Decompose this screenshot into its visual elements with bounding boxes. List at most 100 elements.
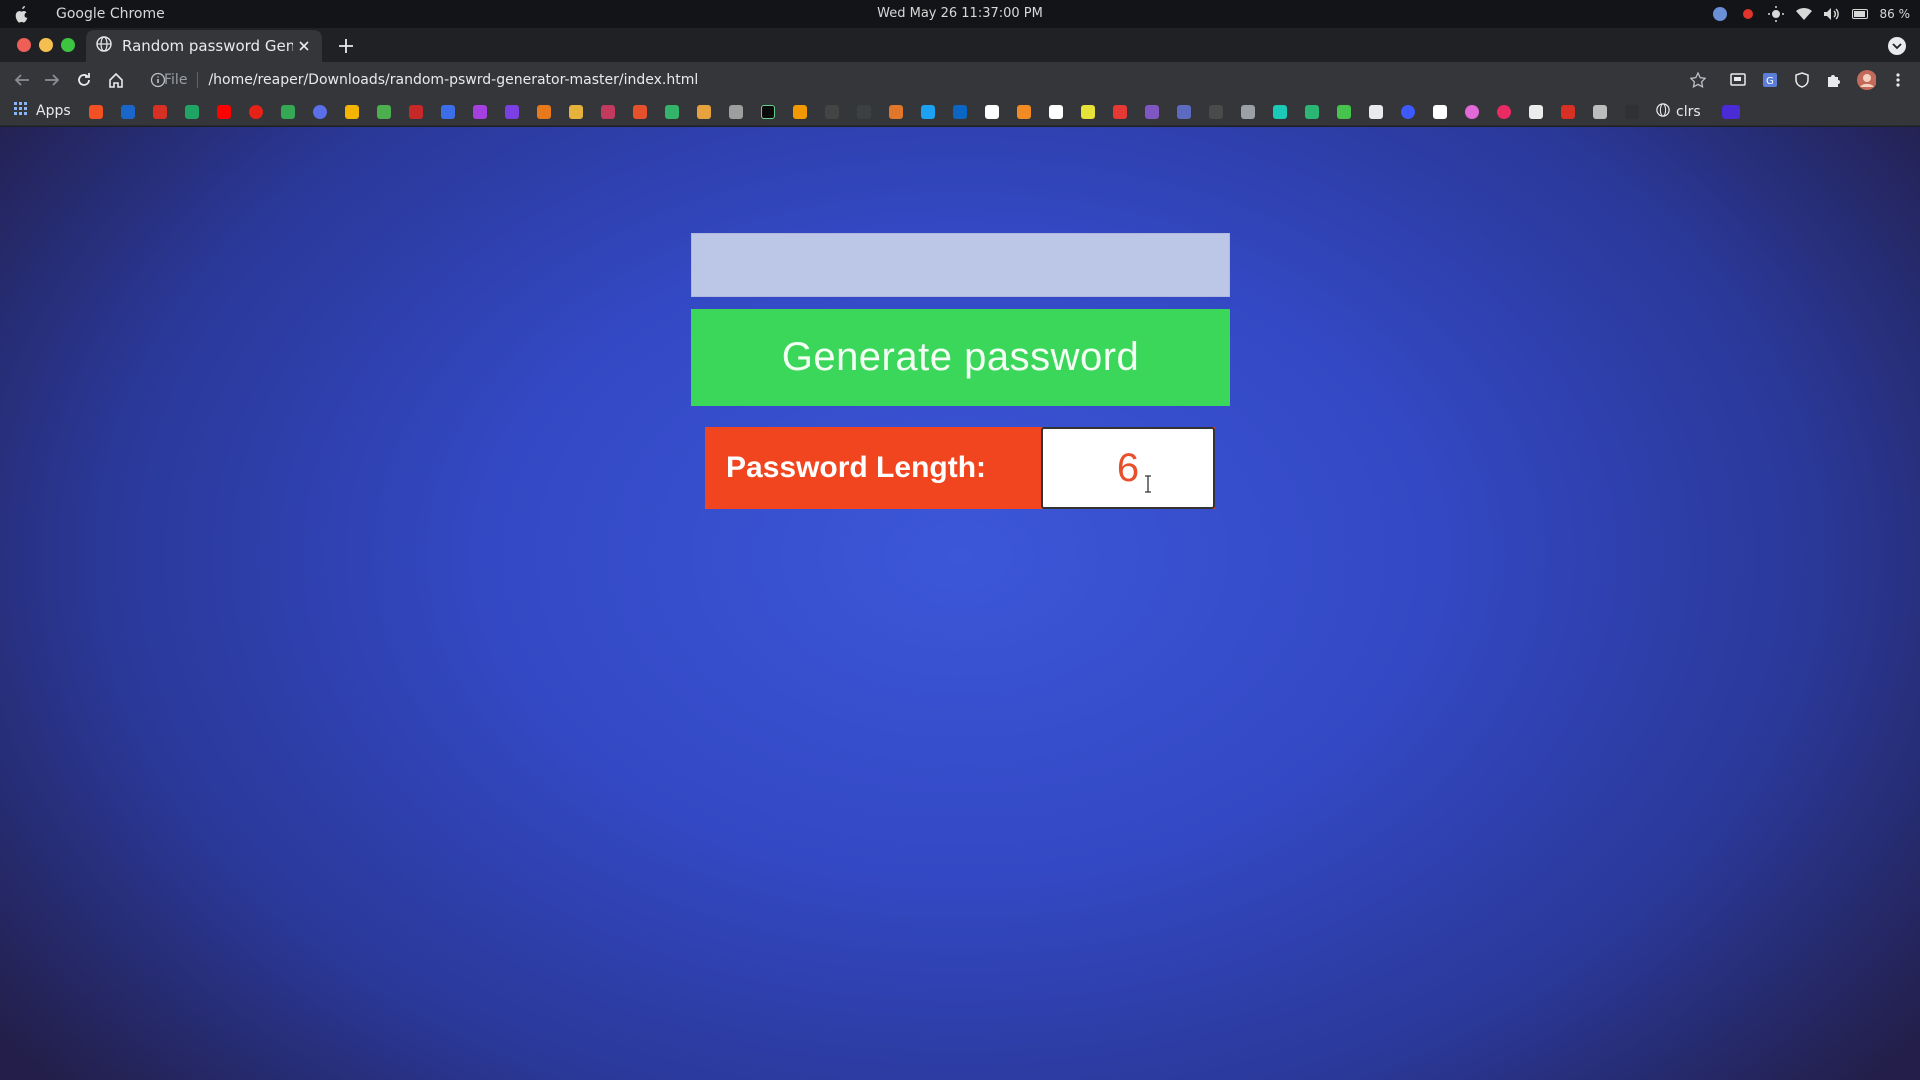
bookmark-gmail-m-icon[interactable] (1561, 105, 1575, 119)
bookmark-tray-icon[interactable] (1369, 105, 1383, 119)
bookmark-gmail-icon[interactable] (153, 105, 167, 119)
bookmark-page-icon[interactable] (1433, 105, 1447, 119)
bookmark-c-icon[interactable] (1017, 105, 1031, 119)
bookmark-w-icon[interactable] (505, 105, 519, 119)
password-output-field[interactable] (691, 233, 1230, 297)
extensions-puzzle-icon[interactable] (1824, 70, 1844, 90)
bookmark-x-icon[interactable] (1113, 105, 1127, 119)
bookmark-maps-icon[interactable] (281, 105, 295, 119)
bookmark-bars-icon[interactable] (569, 105, 583, 119)
bookmark-peacock-icon[interactable] (1145, 105, 1159, 119)
password-length-label: Password Length: (726, 451, 987, 484)
info-icon[interactable] (150, 72, 166, 92)
bookmark-infinity-icon[interactable] (665, 105, 679, 119)
profile-avatar[interactable] (1856, 70, 1876, 90)
bookmark-stack-icon[interactable] (697, 105, 711, 119)
record-icon[interactable] (1740, 6, 1756, 22)
translate-extension-icon[interactable]: G (1760, 70, 1780, 90)
bookmark-apps[interactable]: Apps (14, 102, 71, 120)
close-tab-icon[interactable] (297, 38, 313, 54)
bookmark-contacts-icon[interactable] (313, 105, 327, 119)
svg-text:G: G (1766, 76, 1774, 87)
bookmark-drive-icon[interactable] (185, 105, 199, 119)
bookmark-twitter-icon[interactable] (921, 105, 935, 119)
bookmark-stackoverflow-icon[interactable] (889, 105, 903, 119)
bookmark-pink-icon[interactable] (1497, 105, 1511, 119)
bookmark-mail-icon[interactable] (633, 105, 647, 119)
tab-search-icon[interactable] (1888, 37, 1906, 55)
wifi-icon[interactable] (1795, 6, 1812, 22)
bookmark-medium-icon[interactable] (985, 105, 999, 119)
bookmark-ox-icon[interactable] (1337, 105, 1351, 119)
bookmark-cube-icon[interactable] (1241, 105, 1255, 119)
globe-icon (96, 36, 112, 56)
tab-active[interactable]: Random password Generator (86, 30, 322, 62)
shield-icon[interactable] (1792, 70, 1812, 90)
home-icon[interactable] (106, 70, 126, 90)
bookmark-n-icon[interactable] (1273, 105, 1287, 119)
bookmark-shield-icon[interactable] (1401, 105, 1415, 119)
back-icon[interactable] (12, 70, 32, 90)
password-length-row: Password Length: (705, 427, 1215, 509)
navigation-bar: File /home/reaper/Downloads/random-pswrd… (0, 62, 1920, 98)
url-text[interactable]: /home/reaper/Downloads/random-pswrd-gene… (208, 72, 698, 88)
bookmark-linkedin-icon[interactable] (953, 105, 967, 119)
system-tray: 86 % (1712, 0, 1911, 28)
bookmark-webflow-icon[interactable] (441, 105, 455, 119)
bookmark-youtube-music-icon[interactable] (249, 105, 263, 119)
bookmark-gear-icon[interactable] (1529, 105, 1543, 119)
bookmark-azure-icon[interactable] (121, 105, 135, 119)
globe-icon (1656, 103, 1670, 121)
tab-title: Random password Generator (122, 37, 293, 55)
bookmark-curve-icon[interactable] (601, 105, 615, 119)
bookmark-tool-icon[interactable] (1177, 105, 1191, 119)
active-app-name[interactable]: Google Chrome (56, 6, 165, 22)
bookmarks-bar: Apps clrs (0, 98, 1920, 126)
forward-icon[interactable] (42, 70, 62, 90)
bookmark-reddit-icon[interactable] (537, 105, 551, 119)
apple-icon[interactable] (8, 0, 36, 28)
new-tab-button[interactable] (335, 35, 357, 57)
text-cursor-icon (1144, 475, 1152, 493)
bookmark-clrs-label: clrs (1676, 104, 1701, 120)
bookmark-d-icon[interactable] (1305, 105, 1319, 119)
bookmark-star-icon[interactable] (1688, 70, 1708, 90)
translate-icon[interactable] (1712, 6, 1728, 22)
bookmark-microsoft-icon[interactable] (89, 105, 103, 119)
bookmark-amazon-icon[interactable] (1049, 105, 1063, 119)
page-viewport: Generate password Password Length: (0, 127, 1920, 1080)
bookmark-hackerrank-icon[interactable] (761, 105, 775, 119)
url-separator (197, 72, 199, 88)
bookmark-dark-icon[interactable] (825, 105, 839, 119)
bookmark-blank-icon[interactable] (1625, 105, 1639, 119)
reload-icon[interactable] (74, 70, 94, 90)
brightness-icon[interactable] (1767, 6, 1784, 22)
close-window-button[interactable] (17, 38, 31, 52)
bookmark-circle-icon[interactable] (1465, 105, 1479, 119)
maximize-window-button[interactable] (61, 38, 75, 52)
bookmark-pdf-icon[interactable] (409, 105, 423, 119)
bookmark-purple-icon[interactable] (1722, 105, 1740, 119)
bookmark-box-icon[interactable] (857, 105, 871, 119)
bookmark-cc-icon[interactable] (729, 105, 743, 119)
battery-icon[interactable] (1851, 6, 1868, 22)
bookmark-sheets-icon[interactable] (377, 105, 391, 119)
clock[interactable]: Wed May 26 11:37:00 PM (0, 6, 1920, 21)
apps-label: Apps (36, 103, 71, 119)
cast-icon[interactable] (1728, 70, 1748, 90)
battery-percent: 86 % (1879, 7, 1911, 21)
address-bar[interactable]: File /home/reaper/Downloads/random-pswrd… (140, 65, 1710, 95)
bookmark-note-icon[interactable] (1081, 105, 1095, 119)
bookmark-analytics-icon[interactable] (793, 105, 807, 119)
bookmark-cloud-icon[interactable] (1593, 105, 1607, 119)
bookmark-youtube-icon[interactable] (217, 105, 231, 119)
generate-password-button[interactable]: Generate password (691, 309, 1230, 406)
bookmark-photos-icon[interactable] (345, 105, 359, 119)
bookmark-clrs[interactable]: clrs (1656, 103, 1701, 121)
browser-menu-icon[interactable] (1888, 70, 1908, 90)
password-length-input[interactable] (1041, 427, 1215, 509)
bookmark-grey-icon[interactable] (1209, 105, 1223, 119)
bookmark-k-icon[interactable] (473, 105, 487, 119)
minimize-window-button[interactable] (39, 38, 53, 52)
volume-icon[interactable] (1823, 6, 1840, 22)
